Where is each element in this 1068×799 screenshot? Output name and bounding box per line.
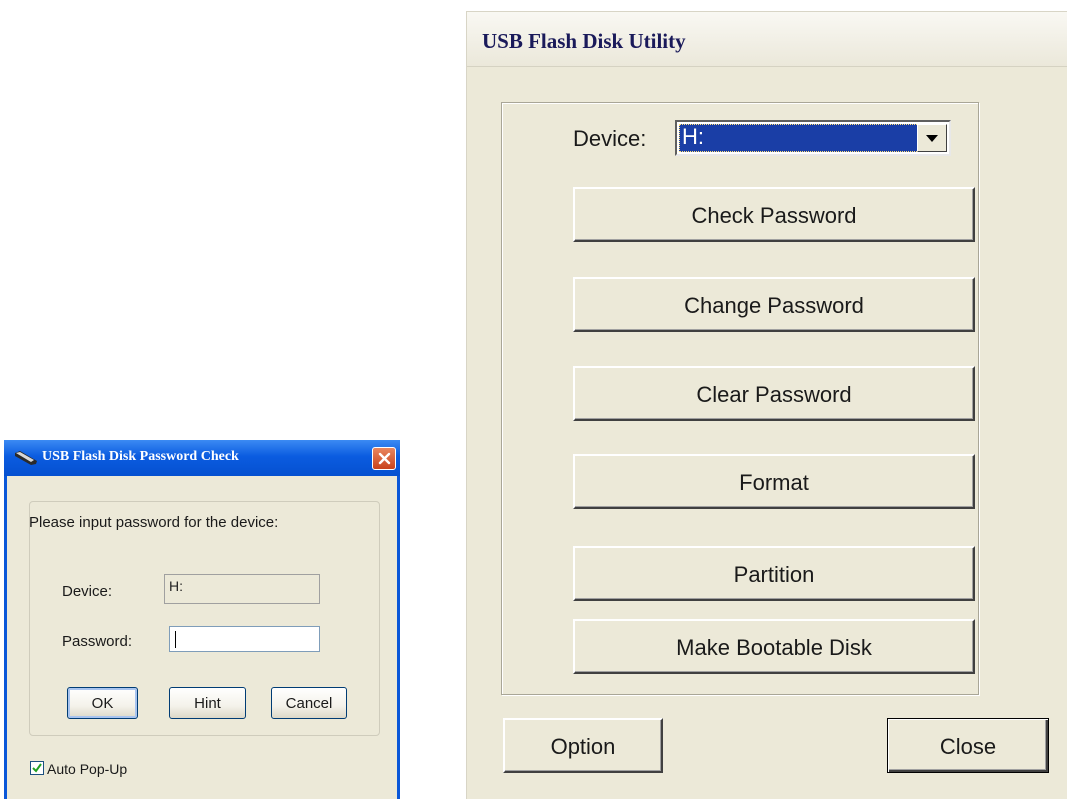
close-icon: [378, 452, 391, 465]
password-prompt: Please input password for the device:: [29, 514, 279, 531]
device-select[interactable]: H:: [675, 120, 951, 156]
hint-button[interactable]: Hint: [169, 687, 246, 719]
device-value: H:: [169, 578, 183, 594]
utility-title: USB Flash Disk Utility: [482, 29, 686, 53]
close-window-button[interactable]: Close: [887, 718, 1049, 773]
device-select-label: Device:: [573, 126, 647, 151]
dropdown-arrow-icon: [926, 135, 938, 142]
usb-drive-icon: [14, 450, 38, 466]
password-dialog-body: Please input password for the device: De…: [7, 476, 397, 799]
partition-button[interactable]: Partition: [573, 546, 975, 601]
device-label: Device:: [62, 583, 113, 600]
auto-popup-label[interactable]: Auto Pop-Up: [47, 761, 127, 777]
close-button[interactable]: [372, 447, 396, 470]
change-password-button[interactable]: Change Password: [573, 277, 975, 332]
ok-button[interactable]: OK: [67, 687, 138, 719]
device-dropdown-button[interactable]: [917, 124, 947, 152]
password-dialog-titlebar[interactable]: USB Flash Disk Password Check: [4, 440, 400, 476]
auto-popup-checkbox[interactable]: [30, 761, 44, 775]
password-dialog-title: USB Flash Disk Password Check: [42, 449, 239, 464]
make-bootable-disk-button[interactable]: Make Bootable Disk: [573, 619, 975, 674]
device-field: H:: [164, 574, 320, 604]
checkmark-icon: [32, 763, 42, 773]
cancel-button[interactable]: Cancel: [271, 687, 347, 719]
device-selected-value: H:: [679, 124, 919, 152]
clear-password-button[interactable]: Clear Password: [573, 366, 975, 421]
password-label: Password:: [62, 633, 133, 650]
option-button[interactable]: Option: [503, 718, 663, 773]
password-input[interactable]: [169, 626, 320, 652]
utility-titlebar[interactable]: USB Flash Disk Utility: [467, 12, 1067, 67]
check-password-button[interactable]: Check Password: [573, 187, 975, 242]
password-check-dialog: USB Flash Disk Password Check Please inp…: [4, 440, 400, 799]
utility-window: USB Flash Disk Utility Device: H: Check …: [466, 11, 1067, 799]
format-button[interactable]: Format: [573, 454, 975, 509]
text-cursor: [175, 631, 176, 648]
